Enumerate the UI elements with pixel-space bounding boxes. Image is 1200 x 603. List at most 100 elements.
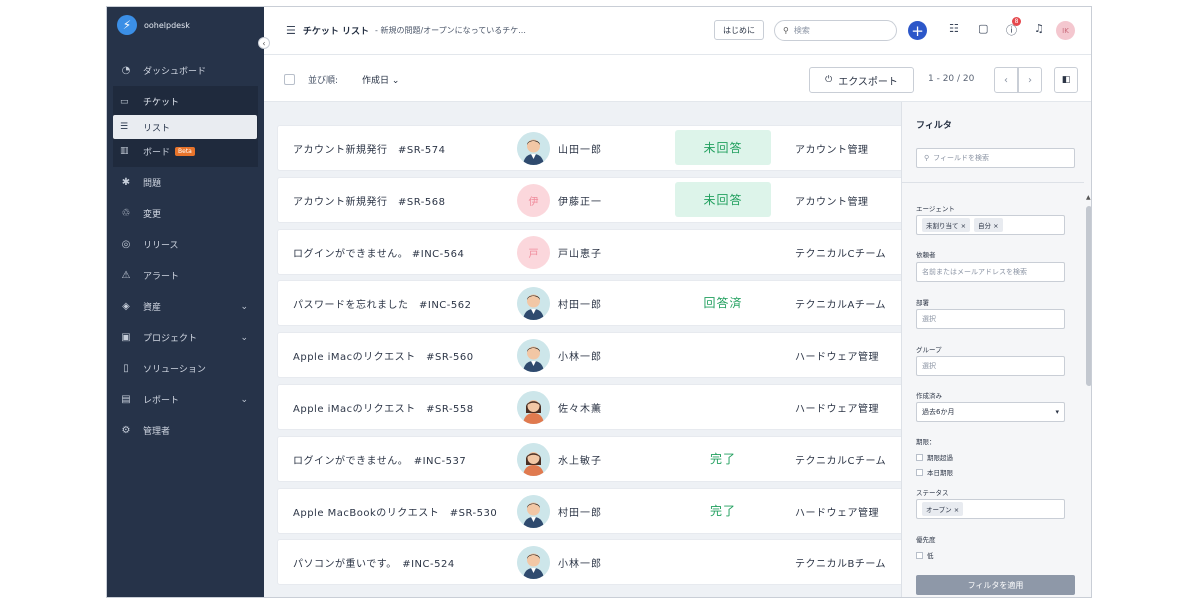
- status-badge: 回答済: [703, 296, 743, 311]
- select-all-checkbox[interactable]: [284, 74, 295, 85]
- ticket-title[interactable]: Apple iMacのリクエスト #SR-558: [293, 400, 474, 415]
- ticket-row[interactable]: ログインができません。 #INC-537 水上敏子 完了 テクニカルCチーム: [277, 435, 905, 482]
- sidebar-item-assets[interactable]: ◈ 資産 ⌄: [107, 291, 264, 322]
- ticket-title[interactable]: アカウント新規発行 #SR-574: [293, 141, 445, 156]
- sidebar-item-list[interactable]: ☰ リスト: [113, 115, 257, 139]
- sidebar-item-tickets[interactable]: ▭ チケット: [113, 88, 258, 115]
- prev-page-button[interactable]: ‹: [994, 67, 1018, 93]
- ticket-title[interactable]: Apple MacBookのリクエスト #SR-530: [293, 504, 497, 519]
- due-today-checkbox[interactable]: 本日期限: [916, 467, 953, 477]
- ticket-title[interactable]: パスワードを忘れました #INC-562: [293, 296, 472, 311]
- sidebar-item-label: レポート: [143, 396, 180, 406]
- agent-field[interactable]: 未割り当て × 自分 ×: [916, 215, 1065, 235]
- sidebar-item-label: プロジェクト: [143, 334, 198, 344]
- list-icon: ☰: [120, 122, 129, 132]
- export-button[interactable]: ⏻ エクスポート: [809, 67, 914, 93]
- ticket-title[interactable]: ログインができません。 #INC-564: [293, 245, 464, 260]
- agent-name: 佐々木薫: [558, 403, 602, 415]
- agent-avatar: [517, 339, 550, 373]
- due-label: 期限：: [916, 438, 936, 446]
- ticket-icon: ▭: [120, 96, 129, 107]
- sidebar-item-problems[interactable]: ✱ 問題: [107, 167, 264, 198]
- toggle-filter-panel-button[interactable]: ◧: [1054, 67, 1078, 93]
- notification-count-badge: 8: [1012, 17, 1021, 26]
- sidebar-item-board[interactable]: ▥ ボード Beta: [113, 139, 258, 163]
- agent-name: 小林一郎: [558, 352, 602, 364]
- sidebar-item-dashboard[interactable]: ◔ ダッシュボード: [107, 55, 264, 86]
- group-field[interactable]: 選択: [916, 356, 1065, 376]
- list-toolbar: 並び順: 作成日 ⌄ ⏻ エクスポート 1 - 20 / 20 ‹ › ◧: [264, 55, 1091, 102]
- ticket-row[interactable]: Apple MacBookのリクエスト #SR-530 村田一郎 完了 ハードウェア管…: [277, 487, 905, 534]
- sidebar-item-alerts[interactable]: ⚠ アラート: [107, 260, 264, 291]
- ticket-row[interactable]: パスワードを忘れました #INC-562 村田一郎 回答済 テクニカルAチーム: [277, 280, 905, 327]
- ticket-row[interactable]: アカウント新規発行 #SR-568 伊伊藤正一 未回答 アカウント管理: [277, 176, 905, 223]
- bell-icon[interactable]: ♫: [1034, 22, 1044, 35]
- ticket-row[interactable]: Apple iMacのリクエスト #SR-560 小林一郎 ハードウェア管理: [277, 332, 905, 379]
- pagination-text: 1 - 20 / 20: [928, 74, 975, 84]
- status-badge: 完了: [709, 451, 736, 466]
- agent-avatar: [517, 287, 550, 321]
- sidebar-item-reports[interactable]: ▤ レポート ⌄: [107, 384, 264, 415]
- book-icon: ▯: [123, 363, 129, 374]
- ticket-submenu: ▭ チケット ☰ リスト ▥ ボード Beta: [113, 86, 258, 167]
- chevron-down-icon: ▾: [1055, 408, 1059, 416]
- department-label: 部署: [916, 299, 929, 307]
- group-name: ハードウェア管理: [795, 352, 879, 364]
- header: ☰ チケット リスト - 新規の問題/オープンになっているチケ... はじめに …: [264, 7, 1091, 55]
- priority-low-checkbox[interactable]: 低: [916, 550, 934, 560]
- chevron-down-icon: ⌄: [240, 394, 248, 405]
- sidebar-item-changes[interactable]: ♲ 変更: [107, 198, 264, 229]
- sidebar: ⚡ oohelpdesk ◔ ダッシュボード ▭ チケット ☰ リスト ▥ ボー…: [107, 7, 264, 597]
- filter-field-search-input[interactable]: ⚲ フィールドを検索: [916, 148, 1075, 168]
- chevron-down-icon: ⌄: [240, 301, 248, 312]
- menu-icon[interactable]: ☰: [286, 24, 296, 37]
- status-badge: 未回答: [675, 130, 771, 165]
- apply-filter-button[interactable]: フィルタを適用: [916, 575, 1075, 595]
- sidebar-item-projects[interactable]: ▣ プロジェクト ⌄: [107, 322, 264, 353]
- due-overdue-checkbox[interactable]: 期限超過: [916, 452, 953, 462]
- sidebar-item-admin[interactable]: ⚙ 管理者: [107, 415, 264, 446]
- next-page-button[interactable]: ›: [1018, 67, 1042, 93]
- getting-started-button[interactable]: はじめに: [714, 20, 764, 40]
- search-input[interactable]: ⚲ 検索: [774, 20, 897, 41]
- user-avatar[interactable]: IK: [1056, 21, 1075, 40]
- sidebar-item-label: チケット: [143, 98, 180, 108]
- divider: [902, 182, 1084, 183]
- report-icon: ▤: [121, 394, 131, 405]
- requester-field[interactable]: 名前またはメールアドレスを検索: [916, 262, 1065, 282]
- ticket-title[interactable]: ログインができません。 #INC-537: [293, 452, 466, 467]
- sidebar-item-releases[interactable]: ◎ リリース: [107, 229, 264, 260]
- board-icon: ▥: [120, 146, 129, 156]
- calendar-icon[interactable]: ▢: [978, 22, 988, 35]
- group-name: テクニカルBチーム: [795, 559, 887, 571]
- department-field[interactable]: 選択: [916, 309, 1065, 329]
- remove-chip-icon[interactable]: ×: [961, 222, 966, 230]
- created-select[interactable]: 過去6か月 ▾: [916, 402, 1065, 422]
- chip-label: オープン: [926, 506, 952, 514]
- status-field[interactable]: オープン ×: [916, 499, 1065, 519]
- chip-label: 自分: [978, 222, 992, 230]
- ticket-row[interactable]: パソコンが重いです。 #INC-524 小林一郎 テクニカルBチーム: [277, 539, 905, 586]
- ticket-title[interactable]: アカウント新規発行 #SR-568: [293, 193, 445, 208]
- filter-scrollbar[interactable]: [1086, 206, 1091, 386]
- sidebar-item-label: 資産: [143, 303, 162, 313]
- new-item-button[interactable]: +: [908, 21, 927, 40]
- remove-chip-icon[interactable]: ×: [993, 222, 998, 230]
- ticket-row[interactable]: アカウント新規発行 #SR-574 山田一郎 未回答 アカウント管理: [277, 125, 905, 171]
- page-subtitle[interactable]: - 新規の問題/オープンになっているチケ...: [375, 25, 526, 36]
- ticket-row[interactable]: Apple iMacのリクエスト #SR-558 佐々木薫 ハードウェア管理: [277, 383, 905, 430]
- ticket-row[interactable]: ログインができません。 #INC-564 戸戸山恵子 テクニカルCチーム: [277, 228, 905, 275]
- sidebar-item-label: 変更: [143, 210, 162, 220]
- ticket-title[interactable]: Apple iMacのリクエスト #SR-560: [293, 348, 474, 363]
- scroll-up-icon[interactable]: ▲: [1086, 194, 1091, 201]
- filter-panel: フィルタ ⚲ フィールドを検索 エージェント 未割り当て × 自分 × 依頼者 …: [901, 102, 1091, 597]
- search-placeholder: 検索: [793, 26, 810, 35]
- sidebar-item-label: 管理者: [143, 427, 171, 437]
- ticket-title[interactable]: パソコンが重いです。 #INC-524: [293, 555, 455, 570]
- remove-chip-icon[interactable]: ×: [954, 506, 959, 514]
- checkbox-box: [916, 453, 923, 461]
- sort-dropdown[interactable]: 作成日 ⌄: [362, 73, 399, 86]
- list-view-icon[interactable]: ☷: [949, 22, 959, 35]
- sidebar-collapse-button[interactable]: ‹: [258, 37, 270, 49]
- sidebar-item-solutions[interactable]: ▯ ソリューション: [107, 353, 264, 384]
